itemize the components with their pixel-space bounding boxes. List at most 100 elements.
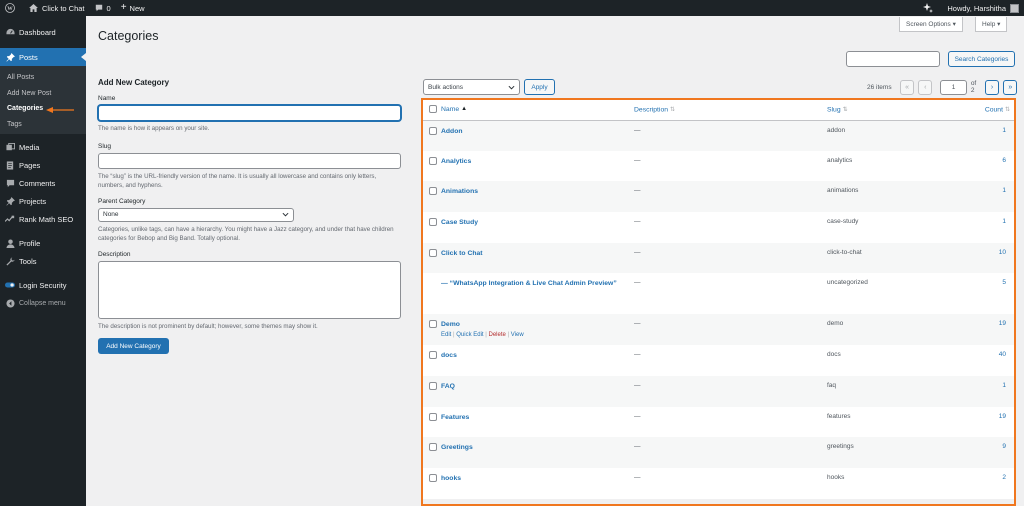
sidebar-item-login-security[interactable]: Login Security [0, 276, 86, 294]
category-name-link[interactable]: Animations [441, 188, 478, 195]
submenu-all-posts[interactable]: All Posts [0, 70, 86, 86]
search-input[interactable] [846, 51, 940, 67]
view-link[interactable]: View [511, 332, 524, 338]
comment-bubble-icon [95, 4, 102, 12]
category-description: — [634, 187, 641, 195]
submenu-tags[interactable]: Tags [0, 117, 86, 133]
category-slug: case-study [827, 218, 859, 226]
category-slug: features [827, 412, 851, 420]
comments-link[interactable]: 0 [90, 0, 116, 16]
collapse-icon [5, 298, 15, 308]
sidebar-item-media[interactable]: Media [0, 138, 86, 156]
comments-icon [5, 178, 15, 188]
sidebar-item-pages[interactable]: Pages [0, 156, 86, 174]
slug-input[interactable] [98, 152, 401, 169]
category-name-link[interactable]: Features [441, 414, 469, 421]
category-name-link[interactable]: Case Study [441, 219, 478, 226]
row-checkbox[interactable] [429, 443, 437, 452]
slug-help: The “slug” is the URL-friendly version o… [98, 172, 377, 190]
row-checkbox[interactable] [429, 126, 437, 135]
category-count-link[interactable]: 19 [964, 413, 1012, 420]
category-count-link[interactable]: 9 [964, 443, 1012, 450]
category-count-link[interactable]: 1 [964, 382, 1012, 389]
screen-options-button[interactable]: Screen Options ▾ [899, 17, 963, 32]
help-button[interactable]: Help ▾ [975, 17, 1008, 32]
sidebar-item-posts[interactable]: Posts [0, 48, 86, 66]
apply-button[interactable]: Apply [524, 79, 555, 95]
row-checkbox[interactable] [429, 412, 437, 421]
select-all-checkbox[interactable] [429, 104, 437, 113]
edit-link[interactable]: Edit [441, 332, 451, 338]
prev-page-button[interactable]: ‹ [918, 79, 933, 95]
sidebar-item-dashboard[interactable]: Dashboard [0, 23, 86, 41]
category-count-link[interactable]: 1 [964, 187, 1012, 194]
name-input[interactable] [98, 105, 401, 121]
row-checkbox[interactable] [429, 381, 437, 390]
collapse-menu-button[interactable]: Collapse menu [0, 294, 86, 312]
description-textarea[interactable] [98, 260, 401, 319]
column-count[interactable]: Count ⇅ [962, 100, 1014, 121]
last-page-button[interactable]: » [1003, 79, 1018, 95]
category-count-link[interactable]: 5 [964, 279, 1012, 286]
user-icon [5, 238, 15, 248]
avatar [1010, 3, 1019, 13]
sidebar-item-rank-math-seo[interactable]: Rank Math SEO [0, 210, 86, 228]
table-row: — “WhatsApp Integration & Live Chat Admi… [423, 273, 1014, 315]
next-page-button[interactable]: › [985, 79, 1000, 95]
sidebar-item-tools[interactable]: Tools [0, 252, 86, 270]
category-name-link[interactable]: Analytics [441, 158, 471, 165]
search-categories-button[interactable]: Search Categories [948, 51, 1015, 67]
row-checkbox[interactable] [429, 187, 437, 196]
column-slug[interactable]: Slug ⇅ [825, 100, 962, 121]
tablenav-top: Bulk actions Apply 26 items « ‹ 1 of 2 ›… [423, 79, 1018, 97]
row-checkbox[interactable] [429, 218, 437, 227]
row-checkbox[interactable] [429, 351, 437, 360]
site-name: Click to Chat [42, 3, 85, 13]
row-checkbox[interactable] [429, 473, 437, 482]
delete-link[interactable]: Delete [489, 332, 506, 338]
category-description: — [634, 126, 641, 134]
category-name-link[interactable]: Demo [441, 321, 460, 328]
quick-edit-link[interactable]: Quick Edit [456, 332, 483, 338]
row-checkbox[interactable] [429, 156, 437, 165]
row-checkbox[interactable] [429, 248, 437, 257]
new-content-link[interactable]: + New [116, 0, 150, 16]
table-row: Analytics — analytics 6 [423, 150, 1014, 182]
wordpress-logo-icon[interactable]: W [0, 0, 24, 16]
bulk-actions-select[interactable]: Bulk actions [423, 79, 520, 95]
category-slug: faq [827, 381, 837, 389]
category-count-link[interactable]: 40 [964, 351, 1012, 358]
first-page-button[interactable]: « [900, 79, 915, 95]
category-name-link[interactable]: — “WhatsApp Integration & Live Chat Admi… [441, 280, 617, 287]
category-count-link[interactable]: 19 [964, 320, 1012, 327]
sidebar-item-profile[interactable]: Profile [0, 234, 86, 252]
category-count-link[interactable]: 10 [964, 249, 1012, 256]
category-name-link[interactable]: hooks [441, 475, 461, 482]
column-description[interactable]: Description ⇅ [632, 100, 825, 121]
category-count-link[interactable]: 1 [964, 127, 1012, 134]
category-name-link[interactable]: docs [441, 352, 457, 359]
category-count-link[interactable]: 2 [964, 474, 1012, 481]
my-account-link[interactable]: Howdy, Harshitha [942, 0, 1024, 16]
submenu-add-new-post[interactable]: Add New Post [0, 86, 86, 102]
category-name-link[interactable]: Addon [441, 128, 463, 135]
column-name[interactable]: Name ▲ [439, 100, 632, 121]
sidebar-item-comments[interactable]: Comments [0, 174, 86, 192]
category-count-link[interactable]: 6 [964, 157, 1012, 164]
posts-submenu: All Posts Add New Post Categories Tags [0, 66, 86, 134]
table-row: Greetings — greetings 9 [423, 437, 1014, 468]
category-name-link[interactable]: FAQ [441, 383, 455, 390]
sidebar-item-label: Rank Math SEO [19, 214, 74, 224]
site-name-link[interactable]: Click to Chat [24, 0, 90, 16]
sparkle-icon[interactable] [918, 0, 942, 16]
sidebar-item-projects[interactable]: Projects [0, 192, 86, 210]
row-checkbox[interactable] [429, 320, 437, 329]
category-name-link[interactable]: Click to Chat [441, 250, 483, 257]
add-new-category-button[interactable]: Add New Category [98, 338, 169, 354]
table-row: Click to Chat — click-to-chat 10 [423, 242, 1014, 274]
parent-category-select[interactable]: None [98, 207, 294, 222]
category-count-link[interactable]: 1 [964, 218, 1012, 225]
wrench-icon [5, 256, 15, 266]
current-page-input[interactable]: 1 [940, 79, 967, 95]
category-name-link[interactable]: Greetings [441, 444, 473, 451]
